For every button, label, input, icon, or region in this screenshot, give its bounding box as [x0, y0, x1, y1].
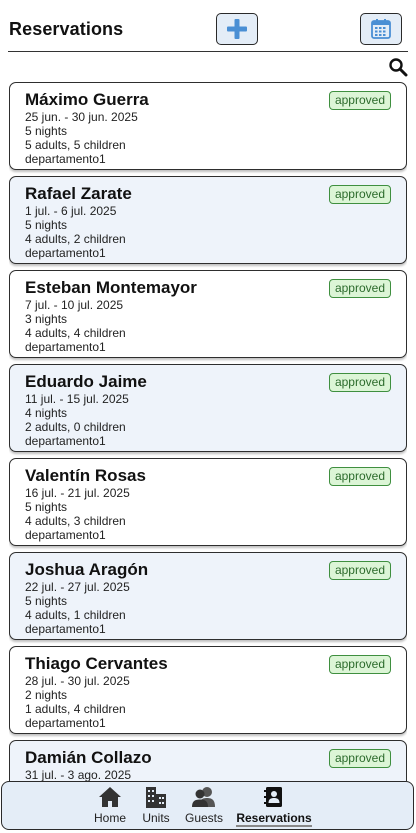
nights-count: 5 nights: [25, 218, 68, 232]
nights-count: 3 nights: [25, 312, 68, 326]
guest-name: Damián Collazo: [25, 748, 152, 767]
date-range: 22 jul. - 27 jul. 2025: [25, 580, 130, 594]
status-badge: approved: [328, 373, 391, 392]
page-title: Reservations: [9, 19, 124, 39]
calendar-button[interactable]: [360, 13, 402, 45]
reservation-card[interactable]: Joshua Aragón approved 22 jul. - 27 jul.…: [9, 552, 407, 640]
unit-name: departamento1: [25, 340, 106, 354]
date-range: 16 jul. - 21 jul. 2025: [25, 486, 130, 500]
party-size: 4 adults, 2 children: [25, 232, 126, 246]
nav-label-units: Units: [142, 811, 170, 825]
party-size: 2 adults, 0 children: [25, 420, 126, 434]
guest-name: Esteban Montemayor: [25, 278, 197, 297]
status-badge: approved: [328, 655, 391, 674]
status-badge: approved: [328, 185, 391, 204]
party-size: 1 adults, 4 children: [25, 702, 126, 716]
nav-label-guests: Guests: [184, 811, 223, 825]
status-badge: approved: [328, 467, 391, 486]
building-icon: [146, 787, 166, 808]
search-button[interactable]: [387, 56, 409, 78]
date-range: 31 jul. - 3 ago. 2025: [25, 768, 132, 781]
reservation-card[interactable]: Esteban Montemayor approved 7 jul. - 10 …: [9, 270, 407, 358]
reservation-card[interactable]: Máximo Guerra approved 25 jun. - 30 jun.…: [9, 82, 407, 170]
nights-count: 4 nights: [25, 406, 68, 420]
add-reservation-button[interactable]: [216, 13, 258, 45]
date-range: 11 jul. - 15 jul. 2025: [25, 392, 129, 406]
nav-label-home: Home: [93, 811, 126, 825]
guest-name: Eduardo Jaime: [25, 372, 147, 391]
reservation-card[interactable]: Eduardo Jaime approved 11 jul. - 15 jul.…: [9, 364, 407, 452]
reservations-icon: [264, 787, 282, 807]
unit-name: departamento1: [25, 246, 106, 260]
party-size: 4 adults, 4 children: [25, 326, 126, 340]
app-root: Reservations Máximo Guerra approved 25 j…: [0, 0, 416, 833]
status-badge: approved: [328, 91, 391, 110]
reservation-card[interactable]: Thiago Cervantes approved 28 jul. - 30 j…: [9, 646, 407, 734]
calendar-icon: [371, 19, 391, 39]
nights-count: 5 nights: [25, 124, 68, 138]
unit-name: departamento1: [25, 716, 106, 730]
reservation-card[interactable]: Damián Collazo approved 31 jul. - 3 ago.…: [9, 740, 407, 781]
guests-icon: [192, 787, 215, 807]
unit-name: departamento1: [25, 152, 106, 166]
guest-name: Máximo Guerra: [25, 90, 149, 109]
status-badge: approved: [328, 279, 391, 298]
nav-item-home[interactable]: Home: [90, 784, 130, 828]
unit-name: departamento1: [25, 528, 106, 542]
nights-count: 5 nights: [25, 594, 68, 608]
date-range: 1 jul. - 6 jul. 2025: [25, 204, 117, 218]
guest-name: Valentín Rosas: [25, 466, 146, 485]
status-badge: approved: [328, 749, 391, 768]
reservation-card[interactable]: Rafael Zarate approved 1 jul. - 6 jul. 2…: [9, 176, 407, 264]
party-size: 4 adults, 1 children: [25, 608, 126, 622]
unit-name: departamento1: [25, 622, 106, 636]
guest-name: Joshua Aragón: [25, 560, 149, 579]
nav-item-units[interactable]: Units: [139, 784, 173, 828]
nights-count: 2 nights: [25, 688, 68, 702]
date-range: 7 jul. - 10 jul. 2025: [25, 298, 124, 312]
reservation-list[interactable]: Máximo Guerra approved 25 jun. - 30 jun.…: [9, 82, 407, 781]
guest-name: Rafael Zarate: [25, 184, 132, 203]
date-range: 28 jul. - 30 jul. 2025: [25, 674, 130, 688]
nav-label-reservations: Reservations: [236, 811, 312, 827]
bottom-nav: Home Units Guests Reservations: [1, 781, 414, 830]
party-size: 4 adults, 3 children: [25, 514, 126, 528]
plus-icon: [227, 19, 247, 39]
party-size: 5 adults, 5 children: [25, 138, 126, 152]
nights-count: 5 nights: [25, 500, 68, 514]
guest-name: Thiago Cervantes: [25, 654, 168, 673]
status-badge: approved: [328, 561, 391, 580]
header: Reservations: [8, 8, 408, 52]
search-icon: [389, 58, 408, 77]
reservation-card[interactable]: Valentín Rosas approved 16 jul. - 21 jul…: [9, 458, 407, 546]
home-icon: [99, 787, 121, 807]
date-range: 25 jun. - 30 jun. 2025: [25, 110, 138, 124]
unit-name: departamento1: [25, 434, 106, 448]
nav-item-reservations[interactable]: Reservations: [236, 784, 312, 828]
nav-item-guests[interactable]: Guests: [182, 784, 226, 828]
